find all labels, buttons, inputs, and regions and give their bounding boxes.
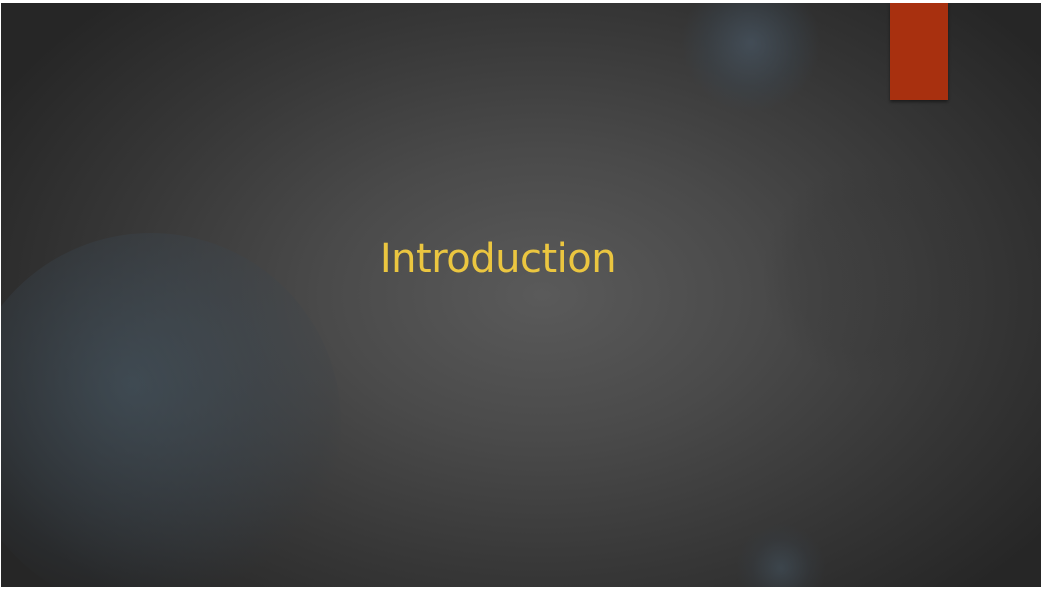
slide-title[interactable]: Introduction: [1, 231, 995, 287]
presentation-frame: Introduction: [0, 0, 1043, 589]
accent-tab: [890, 3, 948, 100]
bokeh-circle-bottom: [736, 523, 826, 587]
bokeh-circle-top: [681, 3, 821, 113]
slide[interactable]: Introduction: [1, 3, 1041, 587]
